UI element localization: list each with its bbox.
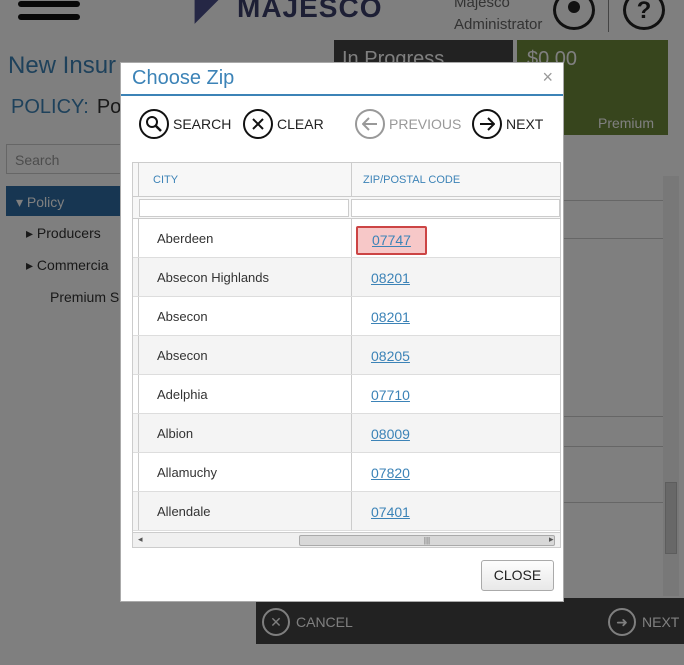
zip-link[interactable]: 07710 [371, 387, 410, 403]
clear-button[interactable]: CLEAR [243, 109, 324, 139]
zip-link[interactable]: 07747 [356, 226, 427, 255]
grid-header: CITY ZIP/POSTAL CODE [133, 163, 560, 197]
scroll-right-icon[interactable]: ▸ [549, 534, 554, 545]
scroll-left-icon[interactable]: ◂ [138, 534, 143, 545]
zip-link[interactable]: 08201 [371, 270, 410, 286]
divider [121, 94, 563, 96]
arrow-left-icon [355, 109, 385, 139]
choose-zip-dialog: Choose Zip × SEARCH CLEAR PREVIOUS NEXT … [120, 62, 564, 602]
city-cell: Allendale [138, 492, 351, 530]
next-button[interactable]: NEXT [472, 109, 543, 139]
zip-cell: 07820 [351, 453, 560, 491]
city-cell: Albion [138, 414, 351, 452]
column-header-zip[interactable]: ZIP/POSTAL CODE [351, 163, 560, 197]
zip-cell: 08009 [351, 414, 560, 452]
grid-rows: Aberdeen 07747 Absecon Highlands 08201 Absec… [133, 219, 560, 531]
search-label: SEARCH [173, 116, 232, 132]
table-row[interactable]: Aberdeen 07747 [133, 219, 560, 258]
city-cell: Absecon [138, 336, 351, 374]
city-cell: Absecon [138, 297, 351, 335]
search-icon [139, 109, 169, 139]
table-row[interactable]: Adelphia 07710 [133, 375, 560, 414]
zip-link[interactable]: 07401 [371, 504, 410, 520]
city-filter-input[interactable] [139, 199, 349, 217]
close-button[interactable]: CLOSE [481, 560, 554, 591]
zip-results-grid: CITY ZIP/POSTAL CODE Aberdeen 07747 Abseco… [132, 162, 561, 548]
zip-link[interactable]: 08205 [371, 348, 410, 364]
previous-button[interactable]: PREVIOUS [355, 109, 461, 139]
table-row[interactable]: Absecon Highlands 08201 [133, 258, 560, 297]
table-row[interactable]: Albion 08009 [133, 414, 560, 453]
zip-link[interactable]: 08201 [371, 309, 410, 325]
search-button[interactable]: SEARCH [139, 109, 231, 139]
table-row[interactable]: Absecon 08201 [133, 297, 560, 336]
previous-label: PREVIOUS [389, 116, 462, 132]
zip-cell: 08201 [351, 258, 560, 296]
grid-horizontal-scrollbar[interactable]: ◂ ||| ▸ [133, 532, 560, 547]
table-row[interactable]: Allamuchy 07820 [133, 453, 560, 492]
clear-icon [243, 109, 273, 139]
zip-cell: 07710 [351, 375, 560, 413]
zip-cell: 08205 [351, 336, 560, 374]
zip-filter-input[interactable] [351, 199, 560, 217]
zip-link[interactable]: 08009 [371, 426, 410, 442]
next-label: NEXT [506, 116, 544, 132]
arrow-right-icon [472, 109, 502, 139]
column-header-city[interactable]: CITY [138, 163, 351, 197]
table-row[interactable]: Absecon 08205 [133, 336, 560, 375]
filter-row [133, 197, 560, 219]
city-cell: Adelphia [138, 375, 351, 413]
city-cell: Allamuchy [138, 453, 351, 491]
zip-cell: 07747 [351, 219, 560, 257]
zip-cell: 08201 [351, 297, 560, 335]
zip-link[interactable]: 07820 [371, 465, 410, 481]
scrollbar-thumb[interactable]: ||| [299, 535, 555, 546]
table-row[interactable]: Allendale 07401 [133, 492, 560, 531]
city-cell: Aberdeen [138, 219, 351, 257]
zip-cell: 07401 [351, 492, 560, 530]
clear-label: CLEAR [277, 116, 324, 132]
city-cell: Absecon Highlands [138, 258, 351, 296]
dialog-title: Choose Zip [132, 67, 235, 89]
dialog-close-icon[interactable]: × [542, 67, 553, 88]
